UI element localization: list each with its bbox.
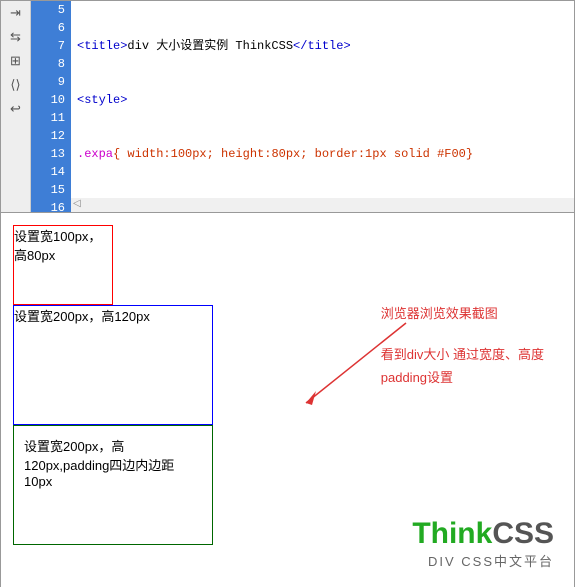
line-number: 15 (31, 181, 65, 199)
tool-tag-icon[interactable]: ⟨⟩ (6, 75, 26, 95)
tool-layout-icon[interactable]: ⊞ (6, 51, 26, 71)
annotation-line: padding设置 (381, 367, 544, 386)
tool-wrap-icon[interactable]: ↩ (6, 99, 26, 119)
scroll-left-icon[interactable]: ◁ (73, 196, 81, 212)
browser-preview-pane: 设置宽100px，高80px 设置宽200px，高120px 设置宽200px，… (1, 213, 574, 588)
tool-arrows-icon[interactable]: ⇆ (6, 27, 26, 47)
code-editor-pane: ⇥ ⇆ ⊞ ⟨⟩ ↩ 5 6 7 8 9 10 11 12 13 14 15 1… (1, 1, 574, 213)
tool-indent-icon[interactable]: ⇥ (6, 3, 26, 23)
code-line: <style> (77, 91, 574, 109)
line-number-gutter: 5 6 7 8 9 10 11 12 13 14 15 16 (31, 1, 71, 212)
line-number: 8 (31, 55, 65, 73)
line-number: 7 (31, 37, 65, 55)
annotation-text: 浏览器浏览效果截图 看到div大小 通过宽度、高度 padding设置 (381, 303, 544, 390)
line-number: 5 (31, 1, 65, 19)
code-line: .expa{ width:100px; height:80px; border:… (77, 145, 574, 163)
annotation-line: 看到div大小 通过宽度、高度 (381, 344, 544, 363)
logo-word-think: Think (412, 517, 492, 550)
logo-word-css: CSS (492, 517, 554, 550)
brand-logo: ThinkCSS DIV CSS中文平台 (412, 517, 554, 570)
line-number: 12 (31, 127, 65, 145)
app-window: ⇥ ⇆ ⊞ ⟨⟩ ↩ 5 6 7 8 9 10 11 12 13 14 15 1… (0, 0, 575, 587)
horizontal-scrollbar[interactable]: ◁ (71, 198, 574, 212)
line-number: 9 (31, 73, 65, 91)
logo-subtitle: DIV CSS中文平台 (412, 551, 554, 570)
line-number: 14 (31, 163, 65, 181)
line-number: 10 (31, 91, 65, 109)
example-box-c: 设置宽200px，高120px,padding四边内边距10px (13, 425, 213, 545)
line-number: 13 (31, 145, 65, 163)
line-number: 11 (31, 109, 65, 127)
annotation-line: 浏览器浏览效果截图 (381, 303, 544, 322)
line-number: 6 (31, 19, 65, 37)
example-box-a: 设置宽100px，高80px (13, 225, 113, 305)
editor-toolbar: ⇥ ⇆ ⊞ ⟨⟩ ↩ (1, 1, 31, 212)
code-line: <title>div 大小设置实例 ThinkCSS</title> (77, 37, 574, 55)
example-box-b: 设置宽200px，高120px (13, 305, 213, 425)
code-text-area[interactable]: <title>div 大小设置实例 ThinkCSS</title> <styl… (71, 1, 574, 212)
